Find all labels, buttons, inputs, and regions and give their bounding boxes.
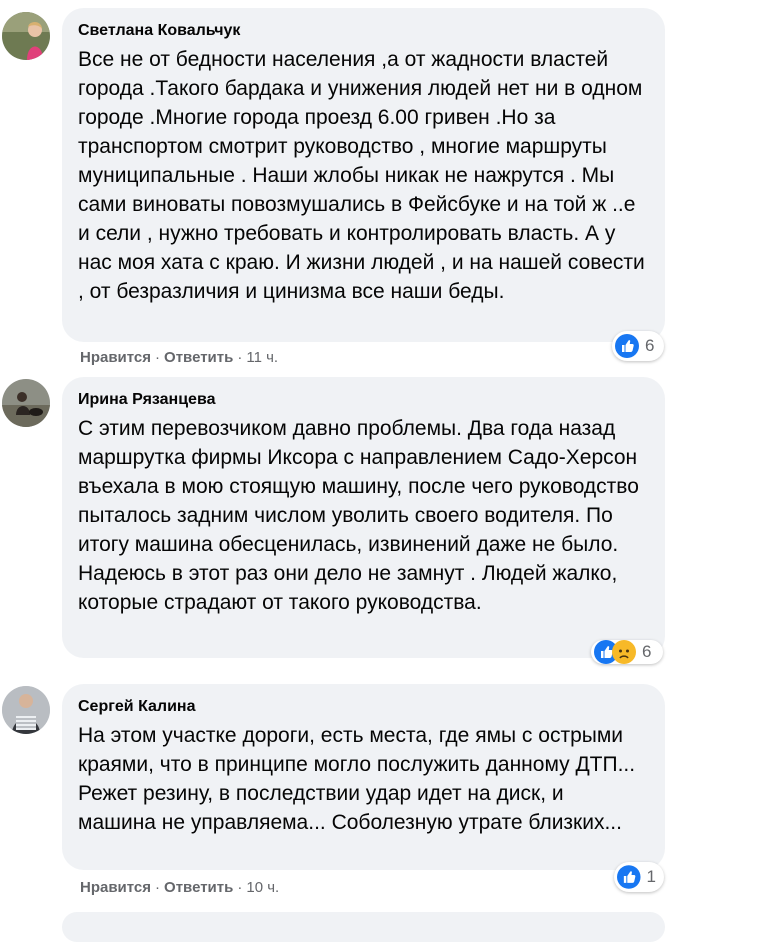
comment-text: Все не от бедности населения ,а от жадно… bbox=[78, 48, 645, 303]
separator-dot: · bbox=[237, 879, 243, 896]
reaction-summary[interactable]: 6 bbox=[591, 640, 663, 664]
separator-dot: · bbox=[237, 349, 243, 366]
comment-text: На этом участке дороги, есть места, где … bbox=[78, 724, 636, 834]
like-icon bbox=[617, 865, 641, 889]
separator-dot: · bbox=[155, 879, 161, 896]
comment-timestamp[interactable]: 11 ч. bbox=[246, 349, 278, 366]
like-icon bbox=[615, 334, 639, 358]
reaction-summary[interactable]: 1 bbox=[614, 862, 664, 892]
comment-bubble: Светлана Ковальчук Все не от бедности на… bbox=[62, 8, 665, 342]
comment-bubble: Ирина Рязанцева С этим перевозчиком давн… bbox=[62, 377, 665, 658]
comment-actions: Нравится · Ответить · 10 ч. bbox=[80, 879, 279, 897]
reaction-count: 1 bbox=[646, 867, 656, 886]
reaction-summary[interactable]: 6 bbox=[612, 331, 664, 361]
comment-author[interactable]: Светлана Ковальчук bbox=[78, 21, 647, 41]
comment-actions: Нравится · Ответить · 11 ч. bbox=[80, 349, 278, 367]
sad-icon bbox=[612, 640, 636, 664]
reaction-count: 6 bbox=[645, 336, 655, 355]
next-comment-bubble-partial bbox=[62, 912, 665, 942]
comment-bubble: Сергей Калина На этом участке дороги, ес… bbox=[62, 684, 665, 870]
avatar[interactable] bbox=[2, 379, 50, 427]
reply-button[interactable]: Ответить bbox=[164, 349, 233, 366]
avatar[interactable] bbox=[2, 12, 50, 60]
comment-author[interactable]: Ирина Рязанцева bbox=[78, 390, 647, 410]
reply-button[interactable]: Ответить bbox=[164, 879, 233, 896]
avatar[interactable] bbox=[2, 686, 50, 734]
like-button[interactable]: Нравится bbox=[80, 349, 151, 366]
separator-dot: · bbox=[155, 349, 161, 366]
comment-timestamp[interactable]: 10 ч. bbox=[246, 879, 279, 896]
reaction-count: 6 bbox=[642, 642, 652, 661]
comment-author[interactable]: Сергей Калина bbox=[78, 697, 647, 717]
comment-text: С этим перевозчиком давно проблемы. Два … bbox=[78, 417, 639, 614]
like-button[interactable]: Нравится bbox=[80, 879, 151, 896]
